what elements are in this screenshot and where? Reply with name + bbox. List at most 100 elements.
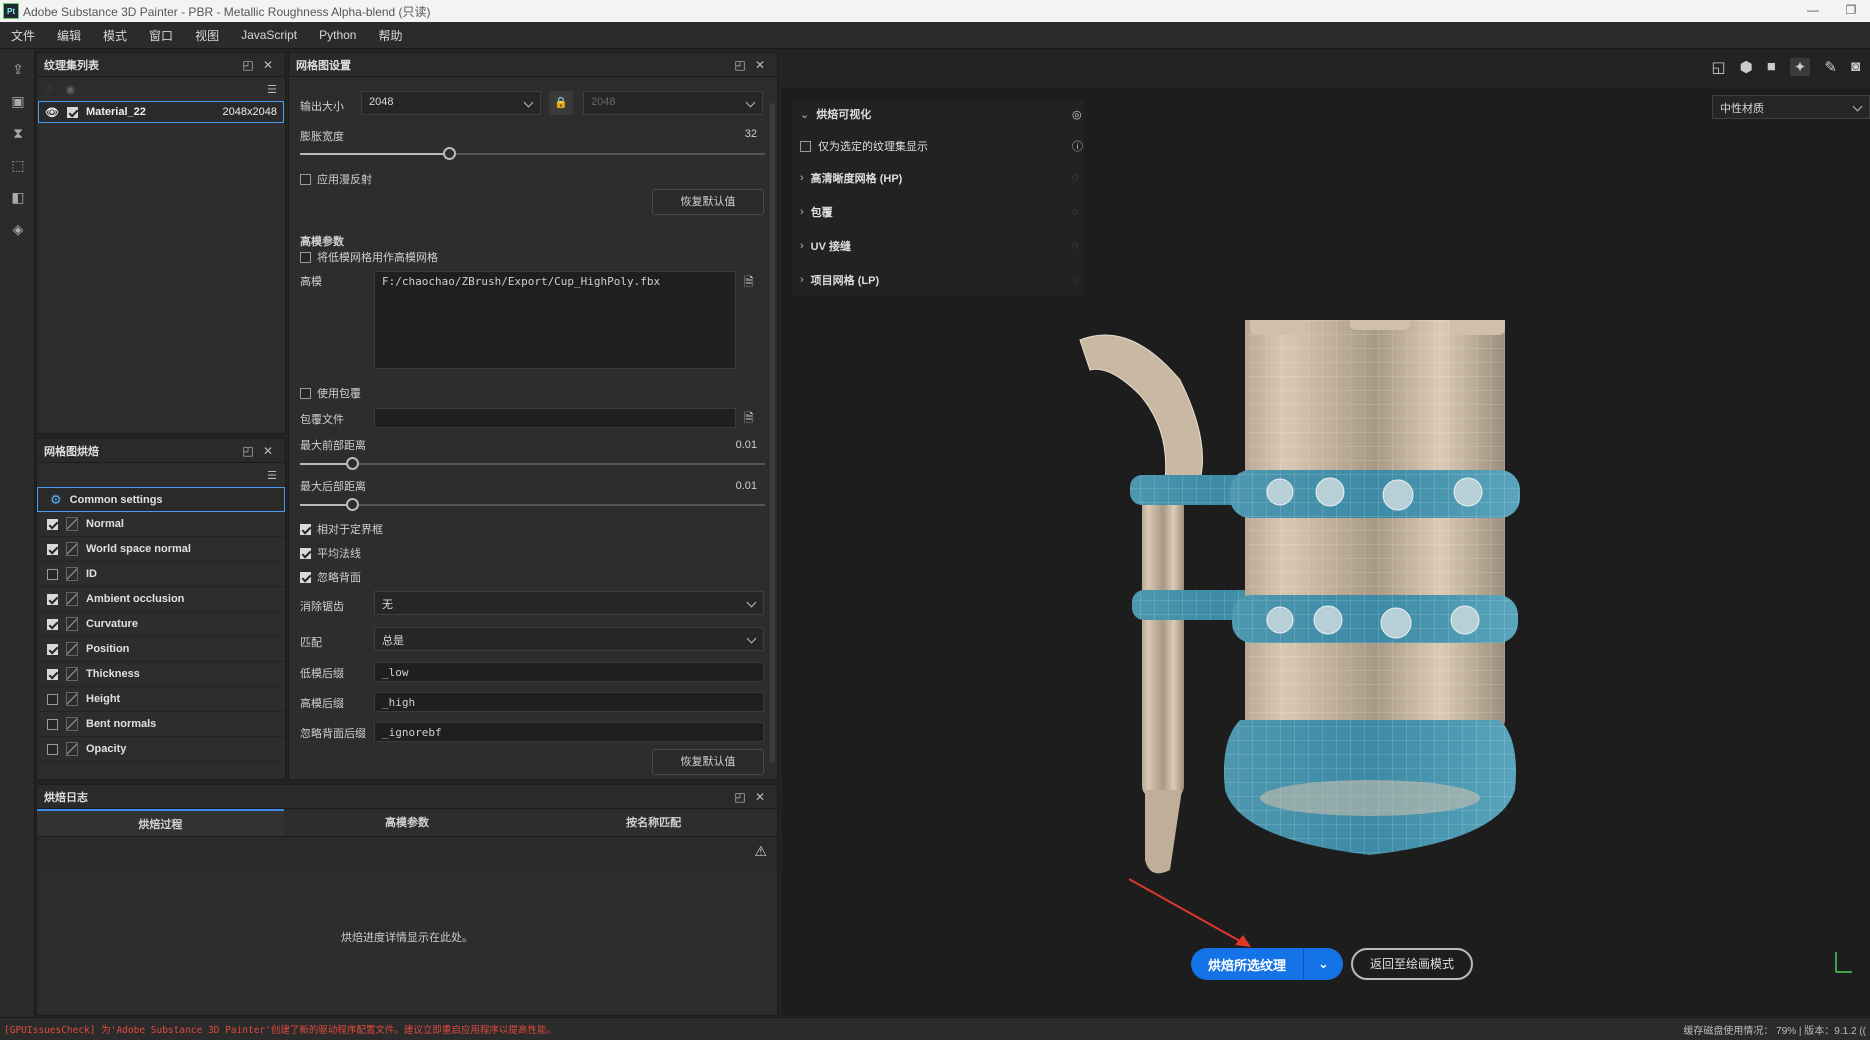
eye-icon[interactable]: ◌ <box>1072 206 1079 218</box>
mesh-map-checkbox[interactable] <box>47 693 58 705</box>
relative-bbox-checkbox[interactable] <box>300 523 311 535</box>
layer-icon[interactable]: ⬚ <box>8 155 28 175</box>
chevron-down-icon[interactable]: ⌄ <box>1304 956 1343 972</box>
viewport-material-select[interactable]: 中性材质 <box>1712 95 1870 119</box>
high-suffix-field[interactable]: _high <box>374 692 764 712</box>
chevron-right-icon[interactable]: › <box>800 206 804 218</box>
float-panel-icon[interactable]: ◰ <box>730 58 750 72</box>
low-suffix-field[interactable]: _low <box>374 662 764 682</box>
slider-knob[interactable] <box>346 498 359 511</box>
reset-defaults-button[interactable]: 恢复默认值 <box>652 189 764 215</box>
menu-javascript[interactable]: JavaScript <box>230 28 308 42</box>
paint-brush-icon[interactable]: ✎ <box>1824 58 1837 76</box>
screenshot-icon[interactable]: ◙ <box>1851 58 1860 76</box>
camera-icon[interactable]: ■ <box>1767 58 1776 76</box>
gpu-issue-message[interactable]: [GPUIssuesCheck] 为'Adobe Substance 3D Pa… <box>0 1022 556 1036</box>
bake-vis-row-hp[interactable]: 高清晰度网格 (HP) <box>811 170 903 186</box>
bake-vis-row-uv[interactable]: UV 接缝 <box>811 238 851 254</box>
return-to-paint-button[interactable]: 返回至绘画模式 <box>1351 948 1473 980</box>
close-icon[interactable]: ✕ <box>258 58 278 72</box>
use-lp-as-hp-checkbox[interactable] <box>300 251 311 263</box>
menu-window[interactable]: 窗口 <box>138 27 184 44</box>
shelf-icon[interactable]: ▣ <box>8 91 28 111</box>
float-panel-icon[interactable]: ◰ <box>730 790 750 804</box>
eye-icon[interactable]: 👁 <box>45 106 59 119</box>
close-icon[interactable]: ✕ <box>258 444 278 458</box>
lock-icon[interactable]: 🔒 <box>549 91 573 115</box>
max-rear-slider[interactable] <box>300 498 765 511</box>
mesh-map-checkbox[interactable] <box>47 543 58 555</box>
menu-edit[interactable]: 编辑 <box>46 27 92 44</box>
mesh-map-checkbox[interactable] <box>47 593 58 605</box>
minimize-button[interactable]: — <box>1794 0 1832 22</box>
mesh-map-row[interactable]: ID <box>37 562 285 587</box>
chevron-right-icon[interactable]: › <box>800 240 804 252</box>
bake-vis-row-cage[interactable]: 包覆 <box>811 204 833 220</box>
antialias-select[interactable]: 无 <box>374 591 764 615</box>
history-icon[interactable]: ⧗ <box>8 123 28 143</box>
slider-knob[interactable] <box>442 147 456 160</box>
mesh-map-row[interactable]: Curvature <box>37 612 285 637</box>
mug-3d-model[interactable] <box>1070 320 1590 880</box>
texture-set-icon[interactable]: ◈ <box>8 219 28 239</box>
match-select[interactable]: 总是 <box>374 627 764 651</box>
common-settings-row[interactable]: ⚙ Common settings <box>37 487 285 512</box>
mesh-map-row[interactable]: Opacity <box>37 737 285 762</box>
mesh-map-checkbox[interactable] <box>47 643 58 655</box>
mesh-map-checkbox[interactable] <box>47 718 58 730</box>
visibility-off-icon[interactable]: ◎ <box>1072 108 1082 121</box>
mesh-map-checkbox[interactable] <box>47 568 58 580</box>
hp-mesh-path-field[interactable]: F:/chaochao/ZBrush/Export/Cup_HighPoly.f… <box>374 271 736 369</box>
mesh-map-row[interactable]: Thickness <box>37 662 285 687</box>
export-icon[interactable]: ⇪ <box>8 59 28 79</box>
only-selected-checkbox[interactable] <box>800 140 811 152</box>
apply-diffusion-checkbox[interactable] <box>300 173 311 185</box>
mesh-map-row[interactable]: Ambient occlusion <box>37 587 285 612</box>
close-icon[interactable]: ✕ <box>750 790 770 804</box>
close-icon[interactable]: ✕ <box>750 58 770 72</box>
file-browse-icon[interactable]: 🗎 <box>744 409 754 430</box>
visibility-off-icon[interactable]: ◌ <box>45 83 52 95</box>
mesh-map-checkbox[interactable] <box>47 668 58 680</box>
output-size-select[interactable]: 2048 <box>361 91 541 115</box>
chevron-right-icon[interactable]: › <box>800 274 804 286</box>
mesh-map-checkbox[interactable] <box>47 743 58 755</box>
eye-icon[interactable]: ◌ <box>1072 274 1079 286</box>
menu-help[interactable]: 帮助 <box>367 27 413 44</box>
mesh-map-row[interactable]: Height <box>37 687 285 712</box>
tab-hp-params[interactable]: 高模参数 <box>284 809 531 836</box>
max-front-slider[interactable] <box>300 457 765 470</box>
slider-knob[interactable] <box>346 457 359 470</box>
list-options-icon[interactable]: ☰ <box>267 469 277 482</box>
ignore-suffix-field[interactable]: _ignorebf <box>374 722 764 742</box>
dilation-slider[interactable] <box>300 147 765 160</box>
ignore-backface-checkbox[interactable] <box>300 571 311 583</box>
mesh-map-checkbox[interactable] <box>47 518 58 530</box>
warning-icon[interactable]: ⚠ <box>37 837 777 871</box>
list-options-icon[interactable]: ☰ <box>267 83 277 96</box>
tab-bake-process[interactable]: 烘焙过程 <box>37 809 284 836</box>
info-icon[interactable]: ⓘ <box>1072 138 1083 154</box>
properties-icon[interactable]: ◧ <box>8 187 28 207</box>
average-normals-checkbox[interactable] <box>300 547 311 559</box>
float-panel-icon[interactable]: ◰ <box>238 444 258 458</box>
menu-mode[interactable]: 模式 <box>92 27 138 44</box>
bake-vis-row-lp[interactable]: 项目网格 (LP) <box>811 272 879 288</box>
mesh-map-row[interactable]: World space normal <box>37 537 285 562</box>
settings-scrollbar[interactable] <box>770 103 775 763</box>
visibility-icon[interactable]: ◉ <box>66 83 76 96</box>
file-browse-icon[interactable]: 🗎 <box>744 273 754 294</box>
texture-set-checkbox[interactable] <box>66 106 78 118</box>
bake-tool-icon[interactable]: ✦ <box>1789 58 1811 76</box>
reset-defaults-button-2[interactable]: 恢复默认值 <box>652 749 764 775</box>
eye-icon[interactable]: ◌ <box>1072 172 1079 184</box>
mesh-map-row[interactable]: Bent normals <box>37 712 285 737</box>
mesh-map-row[interactable]: Position <box>37 637 285 662</box>
mesh-map-checkbox[interactable] <box>47 618 58 630</box>
menu-python[interactable]: Python <box>308 28 367 42</box>
bake-selected-button[interactable]: 烘焙所选纹理 ⌄ <box>1191 948 1343 980</box>
texture-set-row[interactable]: 👁 Material_22 2048x2048 <box>38 101 284 123</box>
menu-view[interactable]: 视图 <box>184 27 230 44</box>
chevron-right-icon[interactable]: › <box>800 172 804 184</box>
float-panel-icon[interactable]: ◰ <box>238 58 258 72</box>
